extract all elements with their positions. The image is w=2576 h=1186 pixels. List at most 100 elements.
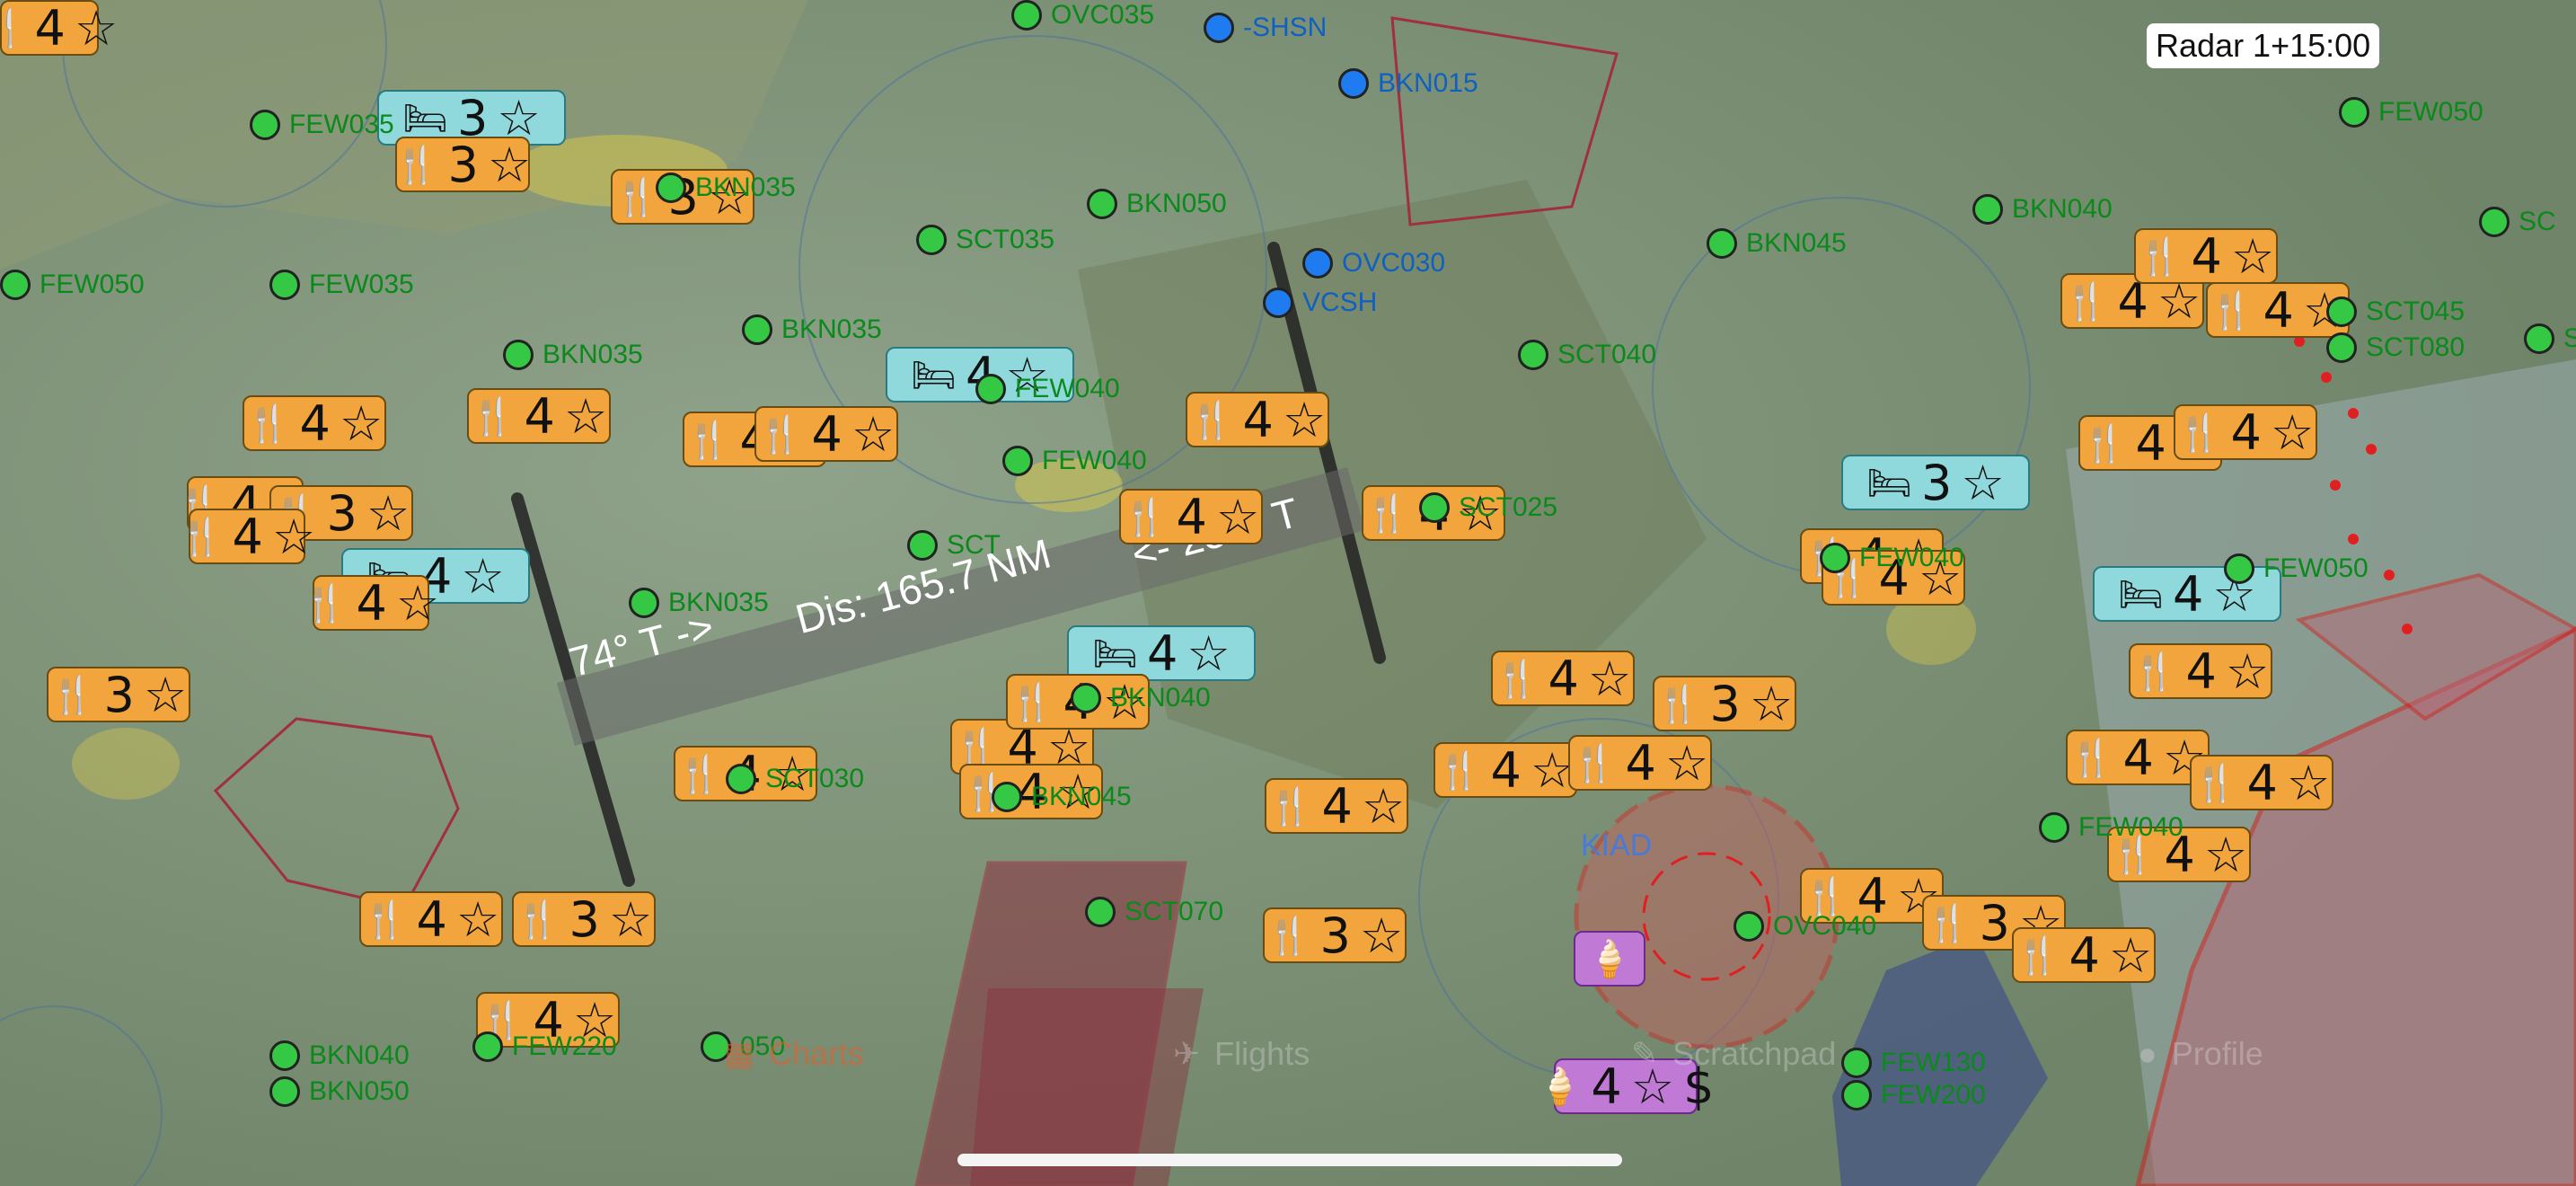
metar-station[interactable]: BKN035 <box>629 588 769 618</box>
metar-station[interactable]: OVC030 <box>1302 248 1445 279</box>
metar-station[interactable]: SCT045 <box>2326 296 2465 327</box>
sky-cover-icon <box>975 374 1006 404</box>
sky-cover-icon <box>472 1031 503 1062</box>
metar-station[interactable]: BKN045 <box>1707 228 1847 259</box>
star-icon: ☆ <box>2286 754 2331 811</box>
tab-scratchpad[interactable]: ✎ Scratchpad <box>1631 1035 1836 1073</box>
food-rating-badge[interactable]: 🍴4☆ <box>2190 754 2333 811</box>
star-icon: ☆ <box>608 890 653 948</box>
star-icon: ☆ <box>2225 642 2270 700</box>
metar-station[interactable]: SCT080 <box>2326 332 2465 363</box>
metar-station[interactable]: SCT030 <box>726 764 864 794</box>
metar-station[interactable]: BKN035 <box>656 173 796 203</box>
metar-station[interactable]: SCT070 <box>1085 897 1223 927</box>
fork-knife-icon: 🍴 <box>757 413 803 456</box>
star-icon: ☆ <box>2203 826 2248 883</box>
metar-station[interactable]: FEW200 <box>1841 1080 1986 1111</box>
food-rating-badge[interactable]: 🍴4☆ <box>467 388 611 445</box>
food-rating-badge[interactable]: 🍴4☆ <box>359 891 503 948</box>
fork-knife-icon: 🍴 <box>515 898 560 941</box>
metar-station[interactable]: BKN045 <box>992 782 1132 812</box>
food-rating-badge[interactable]: 🍴4☆ <box>754 406 898 463</box>
food-rating-badge[interactable]: 🍴3☆ <box>1263 907 1407 964</box>
food-rating-badge[interactable]: 🍴3☆ <box>1653 676 1796 732</box>
radar-time-label[interactable]: Radar 1+15:00 <box>2147 23 2380 68</box>
metar-station[interactable]: OVC040 <box>1734 911 1876 942</box>
fork-knife-icon: 🍴 <box>1266 915 1311 957</box>
airplane-icon: ✈ <box>1173 1035 1201 1072</box>
star-icon: ☆ <box>1587 650 1632 707</box>
metar-station[interactable]: FEW050 <box>0 270 145 300</box>
metar-station[interactable]: SCT040 <box>1518 340 1656 370</box>
metar-station[interactable]: BKN050 <box>269 1076 410 1107</box>
food-rating-badge[interactable]: 🍴4☆ <box>303 574 440 632</box>
food-rating-badge[interactable]: 🍴3☆ <box>394 137 532 193</box>
metar-station[interactable]: BKN040 <box>1972 194 2113 225</box>
food-rating-badge[interactable]: 🍴3☆ <box>512 890 656 948</box>
metar-station[interactable]: VCSH <box>1263 288 1377 318</box>
rating-value: 4 <box>1176 488 1207 545</box>
food-rating-badge[interactable]: 🍴4☆ <box>2129 642 2272 700</box>
food-rating-badge[interactable]: 🍴4☆ <box>243 395 386 452</box>
star-icon: ☆ <box>461 547 505 605</box>
metar-cloud-label: S <box>2563 323 2576 353</box>
metar-station[interactable]: SCT035 <box>916 225 1054 255</box>
home-indicator[interactable] <box>957 1154 1622 1166</box>
metar-station[interactable]: FEW040 <box>1820 543 1964 573</box>
star-icon: ☆ <box>2108 926 2153 984</box>
metar-station[interactable]: OVC035 <box>1011 0 1154 31</box>
hotel-rating-badge[interactable]: 🛏4☆ <box>1067 625 1256 682</box>
metar-station[interactable]: FEW050 <box>2339 97 2483 128</box>
ice-rating-badge[interactable]: 🍦 <box>1574 931 1645 987</box>
rating-value: 3 <box>103 666 135 723</box>
food-rating-badge[interactable]: 🍴4☆ <box>2134 228 2278 285</box>
metar-station[interactable]: SCT <box>907 530 1001 561</box>
metar-station[interactable]: S <box>2524 323 2576 354</box>
tab-charts[interactable]: ▦ Charts <box>724 1035 864 1073</box>
tab-profile[interactable]: ● Profile <box>2138 1035 2263 1073</box>
rating-value: 4 <box>34 0 66 57</box>
food-rating-badge[interactable]: 🍴4☆ <box>179 509 316 565</box>
fork-knife-icon: 🍴 <box>1494 658 1539 700</box>
metar-station[interactable]: FEW220 <box>472 1031 617 1062</box>
hotel-rating-badge[interactable]: 🛏 3 ☆ <box>1841 455 2030 511</box>
metar-station[interactable]: BKN040 <box>269 1040 410 1071</box>
metar-station[interactable]: BKN035 <box>503 340 643 370</box>
sky-cover-icon <box>1841 1080 1872 1111</box>
food-rating-badge[interactable]: 🍴4☆ <box>1186 392 1329 448</box>
rating-value: 4 <box>356 574 387 632</box>
sectional-chart-map[interactable]: 74° T -> Dis: 165.7 NM <- 254° T KIAD 🍴4… <box>0 0 2576 1186</box>
metar-station[interactable]: FEW040 <box>975 374 1120 404</box>
food-rating-badge[interactable]: 🍴4☆ <box>1568 735 1712 792</box>
food-rating-badge[interactable]: 🍴3☆ <box>47 666 190 723</box>
metar-station[interactable]: FEW040 <box>2039 812 2183 843</box>
metar-station[interactable]: SC <box>2479 207 2556 237</box>
metar-station[interactable]: BKN015 <box>1338 68 1478 99</box>
metar-station[interactable]: BKN040 <box>1071 683 1211 713</box>
tab-flights[interactable]: ✈ Flights <box>1173 1035 1310 1073</box>
metar-station[interactable]: FEW040 <box>1002 446 1147 476</box>
metar-station[interactable]: -SHSN <box>1204 13 1327 43</box>
metar-station[interactable]: BKN035 <box>742 314 882 345</box>
airport-label-kiad[interactable]: KIAD <box>1581 828 1652 863</box>
metar-station[interactable]: FEW035 <box>250 110 394 140</box>
food-rating-badge[interactable]: 🍴4☆ <box>0 0 118 57</box>
food-rating-badge[interactable]: 🍴4☆ <box>2012 926 2156 984</box>
food-rating-badge[interactable]: 🍴4☆ <box>2066 730 2210 786</box>
sky-cover-icon <box>1011 0 1042 31</box>
metar-station[interactable]: BKN050 <box>1087 189 1227 219</box>
sky-cover-icon <box>250 110 280 140</box>
food-rating-badge[interactable]: 🍴4☆ <box>1491 650 1635 707</box>
sky-cover-icon <box>2326 296 2357 327</box>
metar-station[interactable]: FEW035 <box>269 270 414 300</box>
metar-cloud-label: FEW040 <box>1859 543 1964 572</box>
food-rating-badge[interactable]: 🍴4☆ <box>1434 742 1577 799</box>
sky-cover-icon <box>0 270 31 300</box>
metar-station[interactable]: FEW050 <box>2224 553 2369 584</box>
food-rating-badge[interactable]: 🍴4☆ <box>1119 488 1263 545</box>
food-rating-badge[interactable]: 🍴4☆ <box>2174 404 2317 461</box>
food-rating-badge[interactable]: 🍴4☆ <box>1265 778 1408 835</box>
rating-value: 4 <box>2185 642 2217 700</box>
metar-station[interactable]: FEW130 <box>1841 1048 1986 1078</box>
metar-station[interactable]: SCT025 <box>1419 492 1557 523</box>
